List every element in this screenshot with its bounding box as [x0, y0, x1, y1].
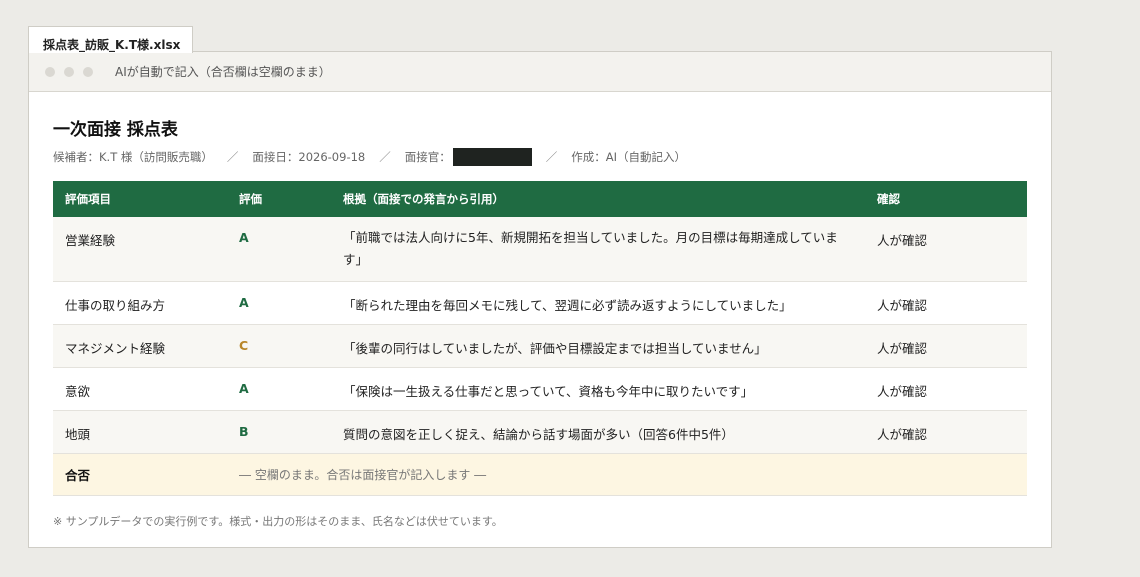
interviewer-name-redacted: [452, 148, 532, 166]
cell-item[interactable]: 営業経験: [53, 217, 227, 282]
cell-evidence[interactable]: 質問の意図を正しく捉え、結論から話す場面が多い（回答6件中5件）: [331, 410, 865, 454]
cell-confirm[interactable]: 人が確認: [865, 281, 1027, 325]
table-row[interactable]: マネジメント経験 C 「後輩の同行はしていましたが、評価や目標設定までは担当して…: [53, 324, 1027, 368]
meta-candidate: 候補者：K.T 様（訪問販売職）: [53, 150, 213, 164]
cell-grade[interactable]: C: [227, 324, 331, 368]
table-row[interactable]: 仕事の取り組み方 A 「断られた理由を毎回メモに残して、翌週に必ず読み返すように…: [53, 281, 1027, 325]
window-status-text: AIが自動で記入（合否欄は空欄のまま）: [115, 65, 331, 79]
spreadsheet-window: AIが自動で記入（合否欄は空欄のまま） 一次面接 採点表 候補者：K.T 様（訪…: [28, 51, 1052, 548]
cell-grade[interactable]: A: [227, 217, 331, 282]
cell-confirm[interactable]: 人が確認: [865, 410, 1027, 454]
meta-interviewer-label: 面接官：: [404, 150, 451, 164]
window-minimize-dot[interactable]: [64, 66, 74, 77]
cell-grade[interactable]: B: [227, 410, 331, 454]
meta-separator: ／: [226, 150, 239, 164]
cell-item[interactable]: 意欲: [53, 367, 227, 411]
header-item: 評価項目: [65, 192, 111, 206]
file-tab-label: 採点表_訪販_K.T様.xlsx: [43, 38, 181, 52]
header-confirm: 確認: [877, 192, 900, 206]
cell-evidence[interactable]: 「後輩の同行はしていましたが、評価や目標設定までは担当していません」: [331, 324, 865, 368]
window-titlebar: AIが自動で記入（合否欄は空欄のまま）: [29, 52, 1051, 92]
table-row[interactable]: 地頭 B 質問の意図を正しく捉え、結論から話す場面が多い（回答6件中5件） 人が…: [53, 410, 1027, 454]
cell-item[interactable]: 仕事の取り組み方: [53, 281, 227, 325]
document-meta: 候補者：K.T 様（訪問販売職） ／ 面接日：2026-09-18 ／ 面接官：…: [53, 148, 1027, 166]
cell-evidence[interactable]: 「保険は一生扱える仕事だと思っていて、資格も今年中に取りたいです」: [331, 367, 865, 411]
table-row[interactable]: 営業経験 A 「前職では法人向けに5年、新規開拓を担当していました。月の目標は毎…: [53, 217, 1027, 282]
decision-row[interactable]: 合否 ― 空欄のまま。合否は面接官が記入します ―: [53, 453, 1027, 496]
scoring-table: 評価項目 評価 根拠（面接での発言から引用） 確認 営業経験 A 「前職では法人…: [53, 181, 1027, 496]
cell-evidence[interactable]: 「断られた理由を毎回メモに残して、翌週に必ず読み返すようにしていました」: [331, 281, 865, 325]
meta-date: 面接日：2026-09-18: [252, 150, 366, 164]
cell-confirm[interactable]: 人が確認: [865, 217, 1027, 282]
meta-separator: ／: [545, 150, 558, 164]
header-evidence: 根拠（面接での発言から引用）: [343, 192, 504, 206]
footnote: ※ サンプルデータでの実行例です。様式・出力の形はそのまま、氏名などは伏せていま…: [53, 514, 503, 528]
cell-confirm[interactable]: 人が確認: [865, 367, 1027, 411]
decision-label: 合否: [53, 453, 227, 496]
cell-item[interactable]: 地頭: [53, 410, 227, 454]
cell-grade[interactable]: A: [227, 367, 331, 411]
meta-separator: ／: [379, 150, 391, 164]
table-header-row: 評価項目 評価 根拠（面接での発言から引用） 確認: [53, 181, 1027, 217]
file-tab[interactable]: 採点表_訪販_K.T様.xlsx: [28, 26, 193, 53]
window-close-dot[interactable]: [45, 66, 55, 77]
meta-author: 作成：AI（自動記入）: [571, 150, 686, 164]
document-content: 一次面接 採点表 候補者：K.T 様（訪問販売職） ／ 面接日：2026-09-…: [29, 92, 1051, 529]
decision-note[interactable]: ― 空欄のまま。合否は面接官が記入します ―: [227, 453, 1027, 496]
table-row[interactable]: 意欲 A 「保険は一生扱える仕事だと思っていて、資格も今年中に取りたいです」 人…: [53, 367, 1027, 411]
cell-confirm[interactable]: 人が確認: [865, 324, 1027, 368]
header-grade: 評価: [239, 192, 262, 206]
window-maximize-dot[interactable]: [83, 66, 93, 77]
cell-evidence[interactable]: 「前職では法人向けに5年、新規開拓を担当していました。月の目標は毎期達成していま…: [331, 217, 865, 282]
cell-item[interactable]: マネジメント経験: [53, 324, 227, 368]
cell-grade[interactable]: A: [227, 281, 331, 325]
document-title: 一次面接 採点表: [53, 120, 178, 140]
